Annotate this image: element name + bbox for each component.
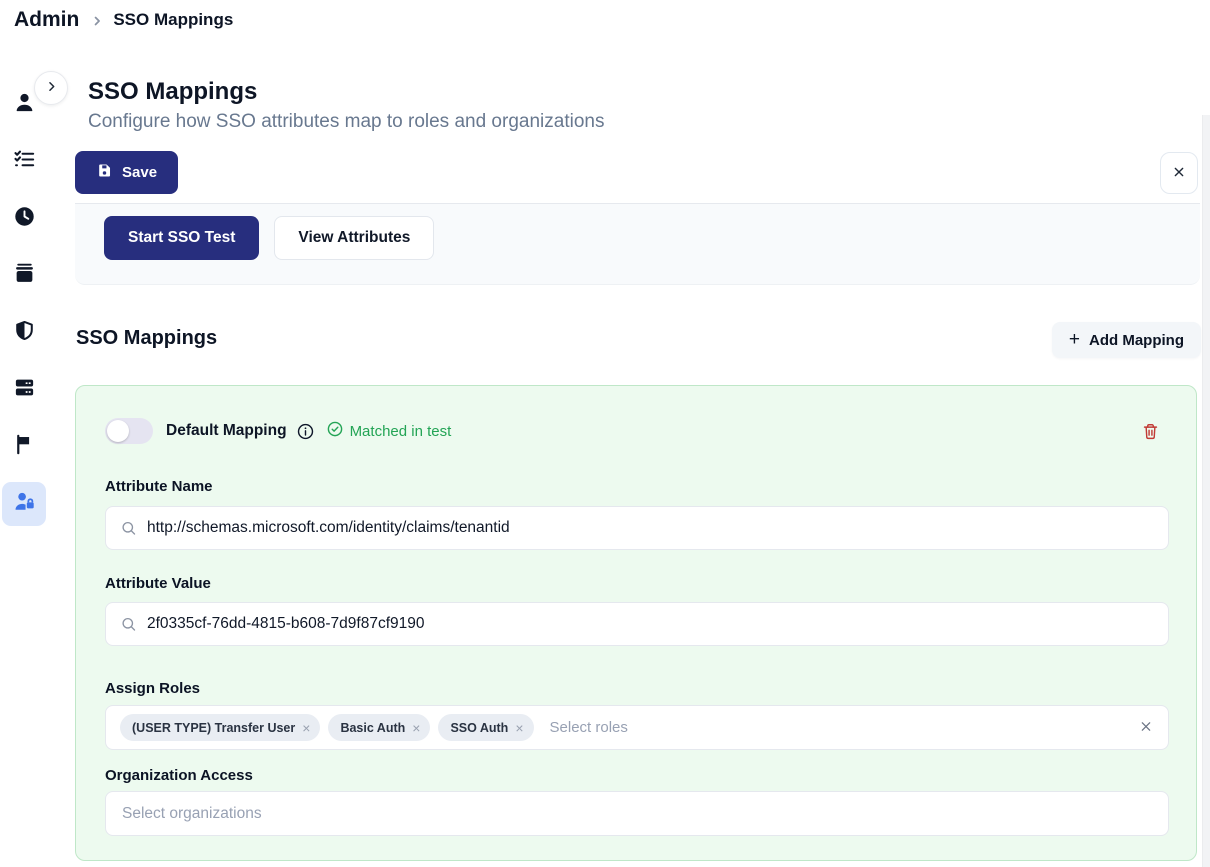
- user-icon: [13, 91, 36, 119]
- page-subtitle: Configure how SSO attributes map to role…: [88, 111, 604, 133]
- clock-icon: [13, 205, 36, 233]
- check-circle-icon: [326, 420, 344, 442]
- assign-roles-field[interactable]: (USER TYPE) Transfer User × Basic Auth ×…: [105, 705, 1169, 750]
- chevron-right-icon: [90, 14, 104, 28]
- page-header: SSO Mappings Configure how SSO attribute…: [88, 78, 604, 133]
- default-mapping-toggle[interactable]: [105, 418, 153, 444]
- delete-mapping-button[interactable]: [1141, 422, 1160, 444]
- sso-mappings-page: Admin SSO Mappings: [0, 0, 1210, 867]
- role-chip-label: SSO Auth: [450, 721, 508, 735]
- server-icon: [13, 376, 36, 404]
- assign-roles-label: Assign Roles: [105, 680, 200, 697]
- organization-access-label: Organization Access: [105, 767, 253, 784]
- search-icon: [120, 616, 137, 633]
- page-title: SSO Mappings: [88, 78, 604, 107]
- section-title: SSO Mappings: [76, 327, 217, 350]
- matched-in-test-badge: Matched in test: [326, 420, 452, 442]
- flag-icon: [13, 433, 36, 461]
- save-icon: [96, 162, 113, 183]
- remove-role-icon[interactable]: ×: [302, 721, 310, 735]
- sidebar-item-flag[interactable]: [2, 425, 46, 469]
- remove-role-icon[interactable]: ×: [412, 721, 420, 735]
- attribute-name-input[interactable]: [106, 507, 1168, 549]
- clear-icon: [1138, 718, 1154, 737]
- organization-access-input-wrap: [105, 791, 1169, 836]
- chevron-right-icon: [44, 79, 59, 97]
- close-button[interactable]: [1160, 152, 1198, 194]
- attribute-value-label: Attribute Value: [105, 575, 211, 592]
- breadcrumb-admin-link[interactable]: Admin: [14, 8, 79, 32]
- user-lock-icon: [13, 490, 36, 518]
- sidebar-item-archive[interactable]: [2, 254, 46, 298]
- default-mapping-row: Default Mapping Matched in test: [105, 418, 451, 444]
- plus-icon: +: [1069, 330, 1080, 349]
- organization-access-input[interactable]: [106, 792, 1168, 835]
- archive-icon: [13, 262, 36, 290]
- mapping-card: Default Mapping Matched in test Attribut…: [75, 385, 1197, 861]
- default-mapping-label: Default Mapping: [166, 422, 287, 440]
- sidebar-expand-button[interactable]: [34, 71, 68, 105]
- save-button-label: Save: [122, 164, 157, 181]
- role-chip-label: (USER TYPE) Transfer User: [132, 721, 295, 735]
- info-icon[interactable]: [296, 422, 315, 441]
- start-sso-test-button[interactable]: Start SSO Test: [104, 216, 259, 260]
- breadcrumb-current: SSO Mappings: [113, 10, 233, 30]
- breadcrumb: Admin SSO Mappings: [14, 8, 233, 32]
- search-icon: [120, 520, 137, 537]
- sidebar-item-user-lock[interactable]: [2, 482, 46, 526]
- trash-icon: [1141, 422, 1160, 444]
- sidebar-nav: [2, 83, 46, 526]
- scrollbar[interactable]: [1202, 115, 1210, 867]
- save-button[interactable]: Save: [75, 151, 178, 194]
- matched-badge-label: Matched in test: [350, 423, 452, 440]
- remove-role-icon[interactable]: ×: [515, 721, 523, 735]
- attribute-name-label: Attribute Name: [105, 478, 213, 495]
- clear-roles-button[interactable]: [1138, 718, 1154, 737]
- shield-icon: [13, 319, 36, 347]
- sidebar-item-server[interactable]: [2, 368, 46, 412]
- toggle-knob: [107, 420, 129, 442]
- add-mapping-button[interactable]: + Add Mapping: [1052, 322, 1201, 358]
- view-attributes-button[interactable]: View Attributes: [274, 216, 434, 260]
- attribute-value-input[interactable]: [106, 603, 1168, 645]
- role-chip: Basic Auth ×: [328, 714, 430, 741]
- close-icon: [1171, 164, 1187, 183]
- role-chip-label: Basic Auth: [340, 721, 405, 735]
- assign-roles-placeholder: Select roles: [550, 719, 628, 736]
- checklist-icon: [13, 148, 36, 176]
- sidebar-item-shield[interactable]: [2, 311, 46, 355]
- attribute-value-input-wrap: [105, 602, 1169, 646]
- add-mapping-label: Add Mapping: [1089, 332, 1184, 349]
- sso-test-panel: Start SSO Test View Attributes: [75, 203, 1200, 285]
- sidebar-item-checklist[interactable]: [2, 140, 46, 184]
- role-chip: (USER TYPE) Transfer User ×: [120, 714, 320, 741]
- sidebar-item-clock[interactable]: [2, 197, 46, 241]
- role-chip: SSO Auth ×: [438, 714, 533, 741]
- attribute-name-input-wrap: [105, 506, 1169, 550]
